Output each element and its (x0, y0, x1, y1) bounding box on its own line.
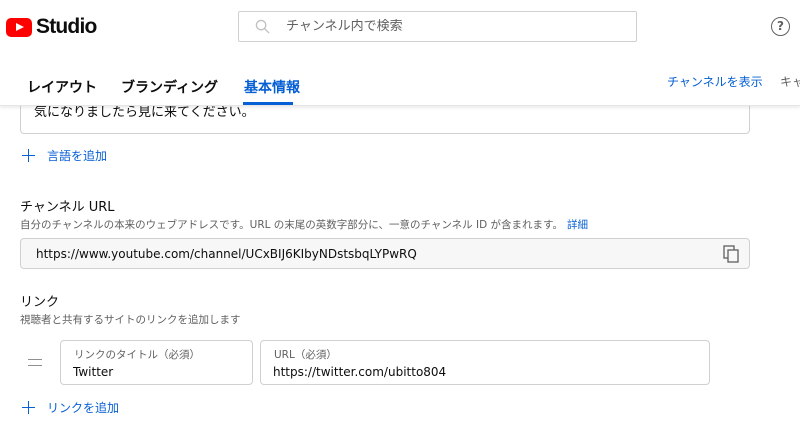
learn-more-link[interactable]: 詳細 (567, 219, 588, 231)
tab-layout[interactable]: レイアウト (27, 77, 97, 97)
link-url-field[interactable]: URL（必須） (260, 340, 710, 385)
channel-url-subtitle: 自分のチャンネルの本来のウェブアドレスです。URL の末尾の英数字部分に、一意の… (20, 217, 588, 232)
add-language-label: 言語を追加 (47, 149, 108, 163)
cancel-button[interactable]: キャ (780, 73, 800, 90)
copy-icon[interactable] (723, 245, 739, 263)
drag-handle-icon[interactable] (28, 359, 42, 366)
search-input[interactable] (286, 19, 606, 34)
link-title-field[interactable]: リンクのタイトル（必須） (60, 340, 253, 385)
add-link-button[interactable]: リンクを追加 (22, 399, 119, 416)
youtube-play-icon (6, 17, 32, 37)
active-tab-indicator (243, 102, 293, 105)
help-icon[interactable]: ? (771, 17, 790, 36)
view-channel-link[interactable]: チャンネルを表示 (667, 73, 763, 90)
tab-branding[interactable]: ブランディング (121, 77, 218, 97)
links-title: リンク (20, 295, 60, 310)
channel-url-subtitle-text: 自分のチャンネルの本来のウェブアドレスです。URL の末尾の英数字部分に、一意の… (20, 219, 563, 231)
channel-url-value: https://www.youtube.com/channel/UCxBIJ6K… (36, 247, 417, 261)
search-box[interactable] (238, 11, 637, 42)
link-title-label: リンクのタイトル（必須） (74, 349, 200, 361)
search-icon (255, 19, 270, 34)
logo-text: Studio (36, 15, 97, 38)
link-url-input[interactable] (273, 365, 677, 379)
links-subtitle: 視聴者と共有するサイトのリンクを追加します (20, 314, 241, 326)
link-url-label: URL（必須） (274, 349, 337, 361)
link-title-input[interactable] (73, 365, 245, 379)
plus-icon (22, 149, 35, 162)
top-bar: Studio ? (0, 0, 800, 53)
add-language-button[interactable]: 言語を追加 (22, 147, 107, 164)
tab-basic-info[interactable]: 基本情報 (244, 77, 300, 97)
add-link-label: リンクを追加 (47, 401, 120, 415)
studio-logo[interactable]: Studio (6, 14, 97, 40)
channel-url-field: https://www.youtube.com/channel/UCxBIJ6K… (20, 238, 750, 269)
plus-icon (22, 401, 35, 414)
tabs-bar: レイアウト ブランディング 基本情報 チャンネルを表示 キャ (0, 53, 800, 106)
channel-url-title: チャンネル URL (20, 200, 115, 215)
